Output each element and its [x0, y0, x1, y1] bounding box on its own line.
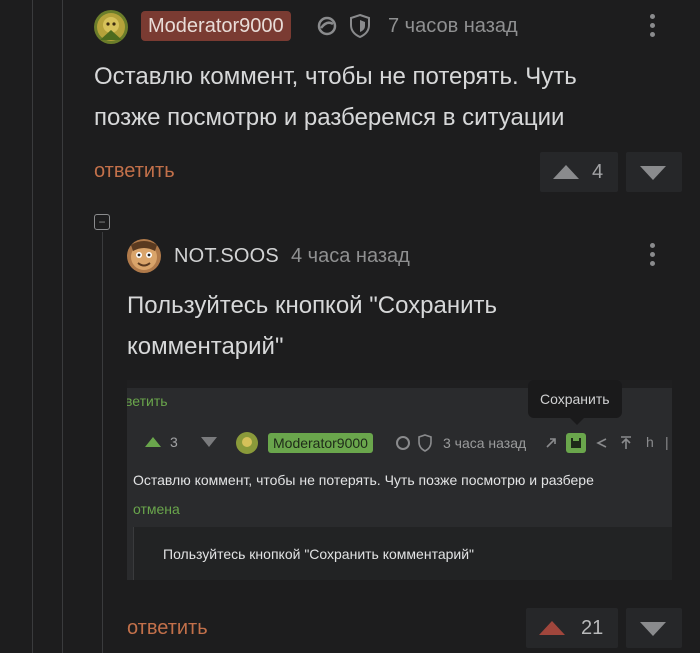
downvote-icon[interactable] [639, 165, 667, 181]
thread-line [62, 0, 63, 653]
shield-icon [348, 13, 372, 44]
more-options-icon[interactable] [650, 243, 655, 270]
thread-line[interactable] [102, 232, 103, 653]
comment-text: Пользуйтесь кнопкой "Сохранить комментар… [127, 292, 498, 360]
screenshot-share-icon [596, 438, 607, 448]
screenshot-pikabu-icon [396, 436, 410, 450]
screenshot-comment-text: Оставлю коммент, чтобы не потерять. Чуть… [133, 472, 594, 488]
screenshot-avatar-icon [236, 432, 258, 454]
comment-time: 4 часа назад [291, 245, 410, 267]
screenshot-cancel-link: отмена [133, 501, 180, 517]
screenshot-rating: 3 [170, 434, 178, 450]
screenshot-scroll-top-icon [621, 436, 631, 449]
comment-time: 7 часов назад [388, 15, 518, 37]
downvote-box[interactable] [626, 152, 682, 192]
screenshot-downvote-icon [201, 437, 217, 447]
screenshot-moderator-badge: Moderator9000 [268, 433, 373, 453]
screenshot-more-icon-2: | [665, 434, 669, 450]
reply-button[interactable]: ответить [94, 160, 175, 183]
downvote-icon[interactable] [639, 621, 667, 637]
screenshot-shield-icon [418, 434, 432, 452]
moderator-avatar-icon [94, 10, 128, 44]
save-tooltip: Сохранить [528, 380, 622, 425]
moderator-badge[interactable]: Moderator9000 [141, 11, 291, 41]
embedded-screenshot[interactable]: ветить Сохранить 3 Moderator9000 3 часа … [127, 380, 672, 580]
screenshot-time: 3 часа назад [443, 435, 527, 451]
downvote-box[interactable] [626, 608, 682, 648]
vote-box: 21 [526, 608, 618, 648]
screenshot-reply-text: Пользуйтесь кнопкой "Сохранить комментар… [163, 546, 475, 562]
rating-count: 4 [592, 161, 604, 183]
more-options-icon[interactable] [650, 14, 655, 41]
screenshot-save-icon [566, 433, 586, 453]
screenshot-upvote-icon [145, 437, 161, 447]
comment-username[interactable]: NOT.SOOS [174, 245, 279, 268]
pikabu-logo-icon [316, 15, 338, 42]
vote-box: 4 [540, 152, 618, 192]
comment-text: Оставлю коммент, чтобы не потерять. Чуть… [94, 63, 577, 131]
upvote-icon[interactable] [538, 620, 566, 636]
screenshot-reply-box: Пользуйтесь кнопкой "Сохранить комментар… [133, 527, 672, 580]
upvote-icon[interactable] [552, 164, 580, 180]
screenshot-more-icon: h [646, 434, 654, 450]
avatar[interactable] [94, 10, 128, 44]
screenshot-reply-link: ветить [127, 393, 168, 409]
collapse-thread-button[interactable]: − [94, 214, 110, 230]
reply-button[interactable]: ответить [127, 617, 208, 640]
avatar[interactable] [127, 239, 161, 273]
rating-count: 21 [581, 617, 604, 639]
thread-line [32, 0, 33, 653]
notsoos-avatar-icon [127, 239, 161, 273]
screenshot-link-icon [546, 438, 556, 448]
